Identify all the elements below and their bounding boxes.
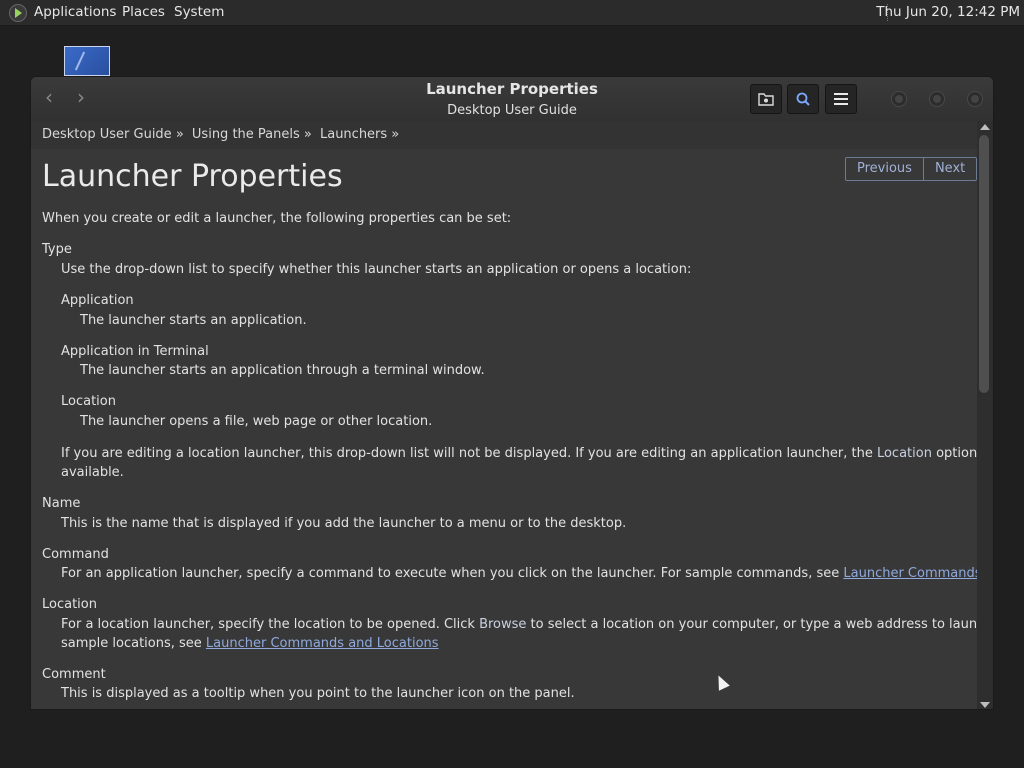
type-note-line-2: available.	[61, 465, 124, 480]
pager: Previous Next	[845, 157, 977, 181]
intro-text: When you create or edit a launcher, the …	[42, 211, 512, 226]
desktop-file-icon[interactable]	[64, 46, 110, 76]
name-description: This is the name that is displayed if yo…	[61, 516, 627, 531]
term-application-in-terminal: Application in Terminal	[61, 344, 209, 359]
term-location-type: Location	[61, 394, 116, 409]
launcher-commands-link[interactable]: Launcher Commands and Locations	[843, 566, 977, 581]
location-text-2: sample locations, see	[61, 636, 206, 651]
type-description: Use the drop-down list to specify whethe…	[61, 262, 692, 277]
help-window: ‹ › Launcher Properties Desktop User Gui…	[30, 76, 994, 710]
open-location-button[interactable]	[750, 84, 782, 114]
close-button[interactable]	[967, 91, 983, 107]
location-type-description: The launcher opens a file, web page or o…	[80, 414, 433, 429]
breadcrumb-item-desktop-user-guide[interactable]: Desktop User Guide »	[42, 127, 184, 142]
gui-label-location: Location	[876, 446, 932, 461]
command-description: For an application launcher, specify a c…	[61, 566, 977, 581]
application-description: The launcher starts an application.	[80, 313, 307, 328]
scrollbar-thumb[interactable]	[979, 135, 989, 393]
hamburger-menu-icon	[834, 93, 848, 105]
location-text: For a location launcher, specify the loc…	[61, 617, 480, 632]
clock[interactable]: Thu Jun 20, 12:42 PM	[876, 0, 1020, 25]
note-text: If you are editing a location launcher, …	[61, 446, 877, 461]
application-in-terminal-description: The launcher starts an application throu…	[80, 363, 485, 378]
term-comment: Comment	[42, 667, 106, 682]
page-content: Launcher Properties Previous Next When y…	[31, 149, 977, 709]
term-location: Location	[42, 597, 97, 612]
scroll-up-arrow-icon[interactable]	[980, 124, 990, 130]
search-icon	[796, 92, 810, 106]
breadcrumb-item-launchers[interactable]: Launchers »	[320, 127, 399, 142]
location-description-line-1: For a location launcher, specify the loc…	[61, 617, 977, 632]
system-menu[interactable]: System	[174, 0, 224, 25]
location-description-line-2: sample locations, see Launcher Commands …	[61, 636, 439, 651]
menu-button[interactable]	[825, 84, 857, 114]
gui-label-browse: Browse	[479, 617, 527, 632]
location-text-end: to select a location on your computer, o…	[530, 617, 977, 632]
minimize-button[interactable]	[891, 91, 907, 107]
next-button[interactable]: Next	[922, 158, 976, 180]
launcher-locations-link[interactable]: Launcher Commands and Locations	[206, 636, 439, 651]
titlebar[interactable]: ‹ › Launcher Properties Desktop User Gui…	[31, 77, 993, 122]
page-title: Launcher Properties	[42, 159, 343, 194]
breadcrumb-item-using-the-panels[interactable]: Using the Panels »	[192, 127, 312, 142]
search-button[interactable]	[787, 84, 819, 114]
applications-menu[interactable]: Applications	[34, 0, 116, 25]
comment-description: This is displayed as a tooltip when you …	[61, 686, 575, 701]
top-panel: Applications Places System Thu Jun 20, 1…	[0, 0, 1024, 26]
previous-button[interactable]: Previous	[846, 158, 923, 180]
applications-logo-icon[interactable]	[9, 4, 27, 22]
type-note-line-1: If you are editing a location launcher, …	[61, 446, 977, 461]
command-text: For an application launcher, specify a c…	[61, 566, 844, 581]
scroll-down-arrow-icon[interactable]	[980, 702, 990, 708]
term-name: Name	[42, 496, 81, 511]
vertical-scrollbar[interactable]	[977, 121, 993, 709]
breadcrumb: Desktop User Guide » Using the Panels » …	[31, 121, 977, 149]
places-menu[interactable]: Places	[122, 0, 165, 25]
note-text-end: option will not be	[936, 446, 977, 461]
maximize-button[interactable]	[929, 91, 945, 107]
folder-icon	[758, 93, 774, 106]
term-command: Command	[42, 547, 109, 562]
term-application: Application	[61, 293, 134, 308]
term-type: Type	[42, 242, 72, 257]
